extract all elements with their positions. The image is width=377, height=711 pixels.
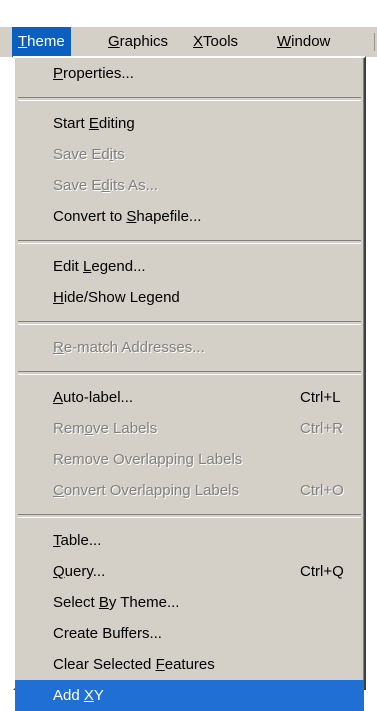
item-label-post: roperties...	[63, 65, 134, 82]
menu-graphics[interactable]: Graphics	[102, 27, 174, 57]
shortcut-label: Ctrl+L	[300, 389, 341, 406]
menu-item-properties[interactable]: Properties...	[15, 58, 364, 89]
menu-bar: Theme Graphics XTools Window	[0, 27, 377, 57]
item-label-pre: Remove Overlapping Labels	[53, 451, 243, 468]
item-label-pre: Rem	[53, 420, 85, 437]
menu-item-remove-overlapping-labels[interactable]: Remove Overlapping Labels	[15, 444, 364, 475]
item-label-mnemonic: P	[53, 65, 64, 82]
menu-item-select-by-theme[interactable]: Select By Theme...	[15, 587, 364, 618]
item-label-pre: Save Ed	[53, 146, 110, 163]
menu-item-rematch-addresses[interactable]: Re-match Addresses...	[15, 332, 364, 363]
menu-item-add-xy[interactable]: Add XY	[15, 680, 364, 711]
menu-item-convert-to-shapefile[interactable]: Convert to Shapefile...	[15, 201, 364, 232]
menu-separator	[18, 514, 361, 518]
menu-separator	[18, 240, 361, 244]
item-label-mnemonic: o	[84, 420, 94, 437]
menu-label-mnemonic: X	[193, 33, 204, 50]
item-label-mnemonic: Q	[53, 563, 65, 580]
item-label-post: onvert Overlapping Labels	[63, 482, 239, 499]
item-label-post: ts	[113, 146, 125, 163]
item-label-post: diting	[98, 115, 135, 132]
menu-item-save-edits[interactable]: Save Edits	[15, 139, 364, 170]
menu-item-clear-selected-features[interactable]: Clear Selected Features	[15, 649, 364, 680]
item-label-mnemonic: S	[126, 208, 137, 225]
item-label-pre: Convert to	[53, 208, 127, 225]
menu-item-hide-show-legend[interactable]: Hide/Show Legend	[15, 282, 364, 313]
item-label-pre: Create Buffers...	[53, 625, 162, 642]
shortcut-label: Ctrl+Q	[300, 563, 344, 580]
item-label-mnemonic: X	[83, 687, 94, 704]
item-label-post: y Theme...	[108, 594, 180, 611]
item-label-pre: Select	[53, 594, 99, 611]
menu-label-mnemonic: T	[18, 33, 28, 50]
shortcut-label: Ctrl+R	[300, 420, 343, 437]
item-label-mnemonic: F	[155, 656, 165, 673]
menu-separator	[18, 321, 361, 325]
menu-bar-divider	[374, 33, 375, 51]
shortcut-label: Ctrl+O	[300, 482, 344, 499]
item-label-pre: Clear Selected	[53, 656, 156, 673]
menu-item-edit-legend[interactable]: Edit Legend...	[15, 251, 364, 282]
item-label-pre: Add	[53, 687, 84, 704]
menu-label-post: Tools	[203, 33, 239, 50]
item-label-mnemonic: T	[53, 532, 61, 549]
item-label-post: uery...	[64, 563, 106, 580]
item-label-post: eatures	[164, 656, 215, 673]
menu-item-create-buffers[interactable]: Create Buffers...	[15, 618, 364, 649]
menu-label-mnemonic: W	[277, 33, 292, 50]
item-label-mnemonic: E	[88, 115, 99, 132]
menu-separator	[18, 371, 361, 375]
item-label-post: ide/Show Legend	[63, 289, 180, 306]
item-label-mnemonic: d	[101, 177, 110, 194]
item-label-mnemonic: A	[53, 389, 64, 406]
item-label-post: hapefile...	[136, 208, 202, 225]
menu-theme[interactable]: Theme	[12, 27, 71, 57]
menu-item-query[interactable]: Query... Ctrl+Q	[15, 556, 364, 587]
menu-item-save-edits-as[interactable]: Save Edits As...	[15, 170, 364, 201]
menu-item-start-editing[interactable]: Start Editing	[15, 108, 364, 139]
menu-separator	[18, 97, 361, 101]
item-label-post: ve Labels	[93, 420, 158, 437]
menu-label-post: indow	[291, 33, 331, 50]
item-label-pre: Save E	[53, 177, 102, 194]
item-label-mnemonic: R	[53, 339, 64, 356]
item-label-post: Y	[93, 687, 104, 704]
item-label-mnemonic: H	[53, 289, 64, 306]
item-label-mnemonic: C	[53, 482, 64, 499]
menu-item-auto-label[interactable]: Auto-label... Ctrl+L	[15, 382, 364, 413]
item-label-pre: Start	[53, 115, 89, 132]
menu-item-table[interactable]: Table...	[15, 525, 364, 556]
menu-label-post: heme	[27, 33, 65, 50]
item-label-mnemonic: B	[98, 594, 109, 611]
menu-label-mnemonic: G	[108, 33, 120, 50]
item-label-post: able...	[60, 532, 102, 549]
theme-dropdown-menu: Properties... Start Editing Save Edits S…	[13, 56, 366, 711]
menu-label-post: raphics	[119, 33, 169, 50]
menu-item-convert-overlapping-labels[interactable]: Convert Overlapping Labels Ctrl+O	[15, 475, 364, 506]
menu-window[interactable]: Window	[271, 27, 336, 57]
item-label-post: e-match Addresses...	[63, 339, 205, 356]
item-label-post: its As...	[109, 177, 159, 194]
item-label-pre: Edit	[53, 258, 84, 275]
item-label-post: uto-label...	[63, 389, 134, 406]
menu-item-remove-labels[interactable]: Remove Labels Ctrl+R	[15, 413, 364, 444]
menu-xtools[interactable]: XTools	[187, 27, 244, 57]
item-label-post: egend...	[91, 258, 146, 275]
